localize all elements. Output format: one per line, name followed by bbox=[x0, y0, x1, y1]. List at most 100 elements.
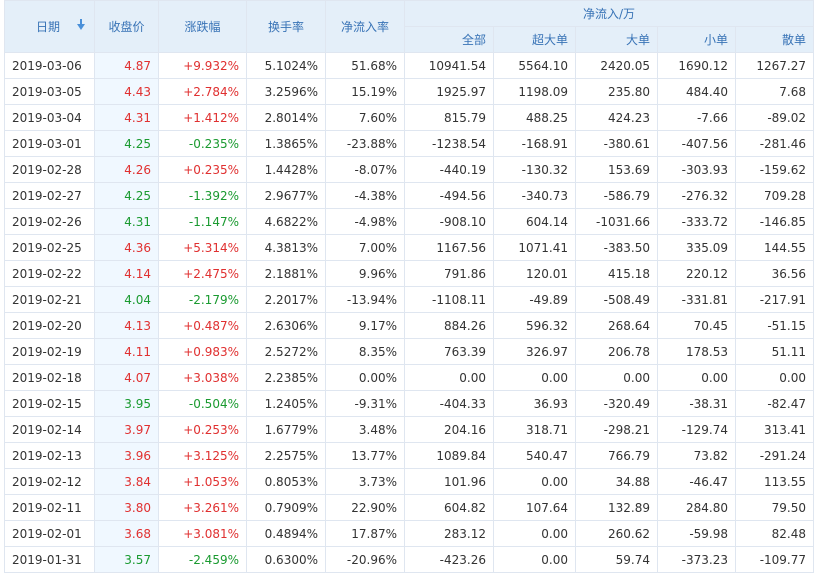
table-row: 2019-03-01 4.25 -0.235% 1.3865% -23.88% -1238… bbox=[4, 130, 814, 157]
net-rate-cell: 7.60% bbox=[325, 104, 405, 131]
change-cell: -2.179% bbox=[158, 286, 247, 313]
column-header-turnover[interactable]: 换手率 bbox=[246, 0, 326, 53]
change-cell: -0.235% bbox=[158, 130, 247, 157]
total-cell: -494.56 bbox=[404, 182, 494, 209]
small-cell: -129.74 bbox=[657, 416, 736, 443]
close-cell: 4.07 bbox=[94, 364, 159, 391]
change-cell: +0.235% bbox=[158, 156, 247, 183]
small-cell: -303.93 bbox=[657, 156, 736, 183]
small-cell: 220.12 bbox=[657, 260, 736, 287]
small-cell: 284.80 bbox=[657, 494, 736, 521]
large-cell: 424.23 bbox=[575, 104, 658, 131]
date-cell: 2019-02-21 bbox=[4, 286, 95, 313]
close-cell: 4.25 bbox=[94, 130, 159, 157]
table-row: 2019-03-05 4.43 +2.784% 3.2596% 15.19% 1925.9… bbox=[4, 78, 814, 105]
retail-cell: 709.28 bbox=[734, 182, 814, 209]
super-large-cell: 120.01 bbox=[493, 260, 576, 287]
total-cell: 763.39 bbox=[404, 338, 494, 365]
table-body: 2019-03-06 4.87 +9.932% 5.1024% 51.68% 10941.… bbox=[4, 52, 814, 573]
column-header-net-rate[interactable]: 净流入率 bbox=[325, 0, 405, 53]
super-large-cell: -130.32 bbox=[493, 156, 576, 183]
column-header-date[interactable]: 日期 bbox=[4, 0, 95, 53]
large-cell: -320.49 bbox=[575, 390, 658, 417]
large-cell: 34.88 bbox=[575, 468, 658, 495]
retail-cell: 36.56 bbox=[734, 260, 814, 287]
total-cell: 1925.97 bbox=[404, 78, 494, 105]
change-cell: -1.392% bbox=[158, 182, 247, 209]
close-cell: 3.68 bbox=[94, 520, 159, 547]
date-cell: 2019-02-25 bbox=[4, 234, 95, 261]
total-cell: -1108.11 bbox=[404, 286, 494, 313]
change-cell: -1.147% bbox=[158, 208, 247, 235]
turnover-cell: 0.6300% bbox=[246, 546, 326, 573]
super-large-cell: 318.71 bbox=[493, 416, 576, 443]
total-cell: 10941.54 bbox=[404, 52, 494, 79]
net-rate-cell: 0.00% bbox=[325, 364, 405, 391]
net-rate-cell: -4.98% bbox=[325, 208, 405, 235]
super-large-cell: -49.89 bbox=[493, 286, 576, 313]
column-header-close[interactable]: 收盘价 bbox=[94, 0, 159, 53]
sort-down-arrow-icon[interactable] bbox=[77, 18, 85, 30]
small-cell: 70.45 bbox=[657, 312, 736, 339]
retail-cell: -291.24 bbox=[734, 442, 814, 469]
retail-cell: 144.55 bbox=[734, 234, 814, 261]
change-cell: +3.038% bbox=[158, 364, 247, 391]
date-header-wrap: 日期 bbox=[12, 18, 87, 35]
net-rate-cell: 22.90% bbox=[325, 494, 405, 521]
close-cell: 4.11 bbox=[94, 338, 159, 365]
super-large-cell: 0.00 bbox=[493, 364, 576, 391]
total-cell: 283.12 bbox=[404, 520, 494, 547]
net-rate-cell: 51.68% bbox=[325, 52, 405, 79]
retail-cell: -217.91 bbox=[734, 286, 814, 313]
large-cell: 153.69 bbox=[575, 156, 658, 183]
super-large-cell: 1071.41 bbox=[493, 234, 576, 261]
large-cell: -383.50 bbox=[575, 234, 658, 261]
table-row: 2019-03-04 4.31 +1.412% 2.8014% 7.60% 815.79 4… bbox=[4, 104, 814, 131]
column-header-super-large[interactable]: 超大单 bbox=[493, 26, 576, 53]
table-row: 2019-02-11 3.80 +3.261% 0.7909% 22.90% 604.82… bbox=[4, 494, 814, 521]
column-header-small[interactable]: 小单 bbox=[657, 26, 736, 53]
turnover-cell: 2.9677% bbox=[246, 182, 326, 209]
table-row: 2019-02-14 3.97 +0.253% 1.6779% 3.48% 204.16 3… bbox=[4, 416, 814, 443]
small-cell: -46.47 bbox=[657, 468, 736, 495]
date-cell: 2019-02-15 bbox=[4, 390, 95, 417]
column-header-change[interactable]: 涨跌幅 bbox=[158, 0, 247, 53]
close-cell: 4.26 bbox=[94, 156, 159, 183]
turnover-cell: 4.6822% bbox=[246, 208, 326, 235]
column-header-retail[interactable]: 散单 bbox=[734, 26, 814, 53]
column-header-large[interactable]: 大单 bbox=[575, 26, 658, 53]
small-cell: -59.98 bbox=[657, 520, 736, 547]
date-header-label: 日期 bbox=[36, 20, 61, 34]
super-large-cell: 36.93 bbox=[493, 390, 576, 417]
large-cell: 766.79 bbox=[575, 442, 658, 469]
small-cell: -373.23 bbox=[657, 546, 736, 573]
retail-cell: -159.62 bbox=[734, 156, 814, 183]
total-cell: -1238.54 bbox=[404, 130, 494, 157]
net-rate-cell: 7.00% bbox=[325, 234, 405, 261]
table-row: 2019-02-21 4.04 -2.179% 2.2017% -13.94% -1108… bbox=[4, 286, 814, 313]
retail-cell: -109.77 bbox=[734, 546, 814, 573]
large-cell: 260.62 bbox=[575, 520, 658, 547]
net-rate-cell: -4.38% bbox=[325, 182, 405, 209]
super-large-cell: 604.14 bbox=[493, 208, 576, 235]
column-header-total[interactable]: 全部 bbox=[404, 26, 494, 53]
close-cell: 4.25 bbox=[94, 182, 159, 209]
total-cell: -440.19 bbox=[404, 156, 494, 183]
date-cell: 2019-02-14 bbox=[4, 416, 95, 443]
table-row: 2019-02-27 4.25 -1.392% 2.9677% -4.38% -494.5… bbox=[4, 182, 814, 209]
date-cell: 2019-03-06 bbox=[4, 52, 95, 79]
super-large-cell: 596.32 bbox=[493, 312, 576, 339]
close-cell: 4.31 bbox=[94, 104, 159, 131]
small-cell: 0.00 bbox=[657, 364, 736, 391]
small-cell: 1690.12 bbox=[657, 52, 736, 79]
close-cell: 4.43 bbox=[94, 78, 159, 105]
change-cell: +0.983% bbox=[158, 338, 247, 365]
total-cell: 0.00 bbox=[404, 364, 494, 391]
date-cell: 2019-02-01 bbox=[4, 520, 95, 547]
large-cell: 2420.05 bbox=[575, 52, 658, 79]
super-large-cell: 326.97 bbox=[493, 338, 576, 365]
super-large-cell: -168.91 bbox=[493, 130, 576, 157]
table-row: 2019-03-06 4.87 +9.932% 5.1024% 51.68% 10941.… bbox=[4, 52, 814, 79]
total-cell: 791.86 bbox=[404, 260, 494, 287]
close-cell: 4.87 bbox=[94, 52, 159, 79]
